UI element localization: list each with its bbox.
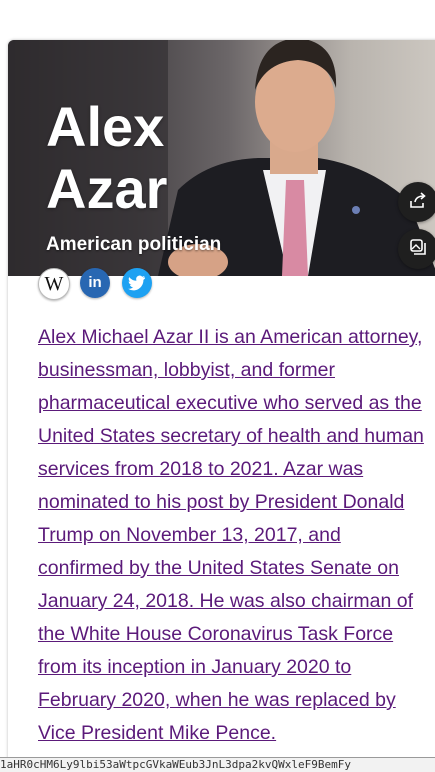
- description: Alex Michael Azar II is an American atto…: [38, 321, 428, 750]
- title-line-2: Azar: [46, 157, 168, 220]
- wikipedia-link[interactable]: W: [38, 268, 70, 300]
- linkedin-link[interactable]: in: [80, 268, 110, 298]
- description-link[interactable]: Alex Michael Azar II is an American atto…: [38, 326, 424, 744]
- wikipedia-icon: W: [44, 273, 64, 295]
- hero-image: Alex Azar American politician: [8, 40, 435, 276]
- page-title: Alex Azar: [46, 96, 246, 220]
- subtitle: American politician: [46, 234, 222, 255]
- linkedin-icon: in: [88, 274, 102, 291]
- share-button[interactable]: [398, 182, 435, 222]
- share-icon: [408, 190, 428, 215]
- title-line-1: Alex: [46, 95, 165, 158]
- image-gallery-button[interactable]: [398, 229, 435, 269]
- status-bar-url: 1aHR0cHM6Ly9lbi53aWtpcGVkaWEub3JnL3dpa2k…: [0, 757, 435, 772]
- twitter-icon: [122, 268, 152, 298]
- twitter-link[interactable]: [122, 268, 152, 298]
- image-gallery-icon: [408, 237, 428, 262]
